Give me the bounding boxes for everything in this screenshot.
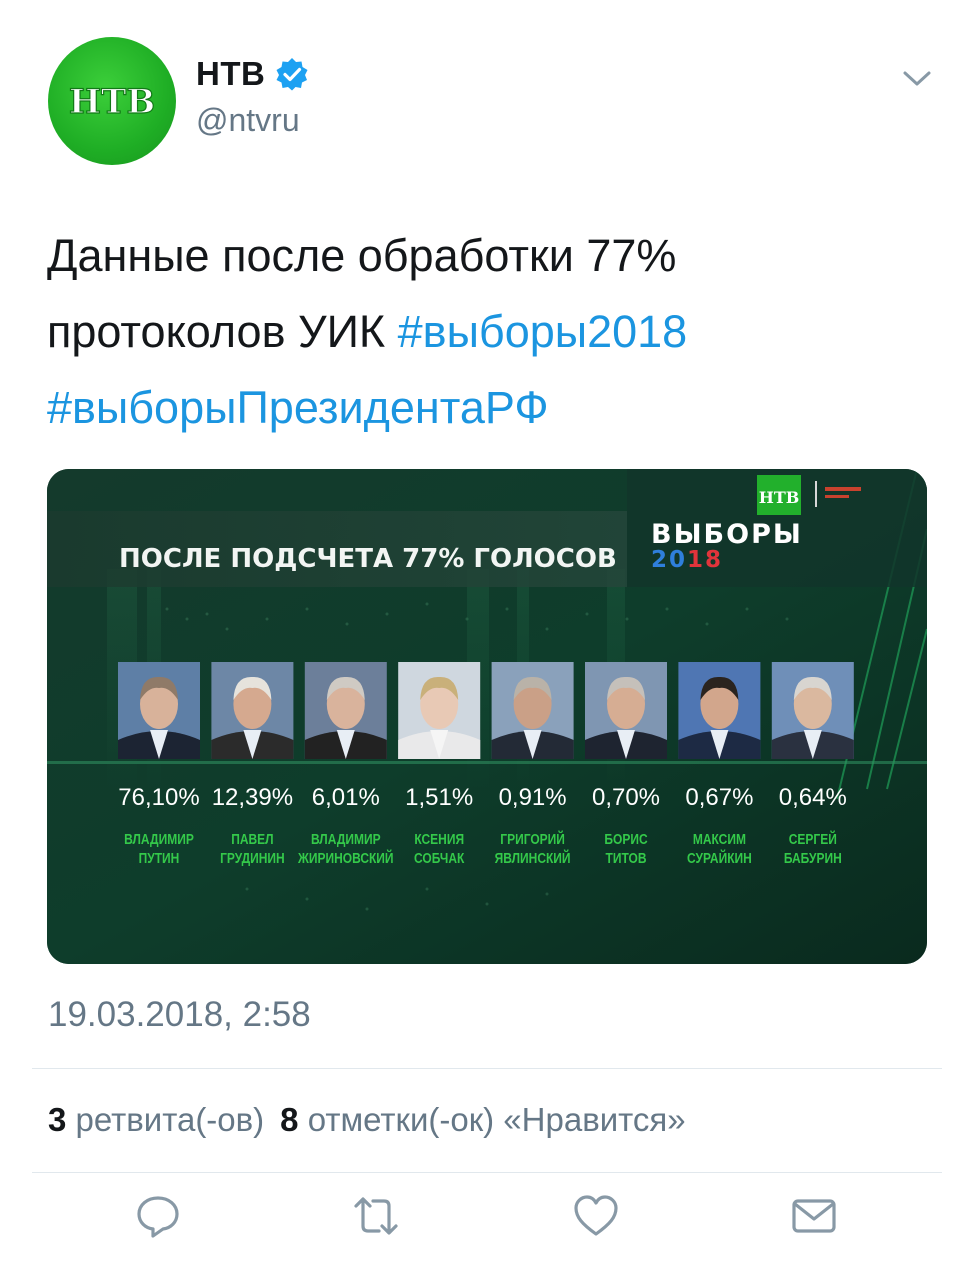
retweet-stat[interactable]: 3 ретвита(-ов) bbox=[48, 1101, 264, 1138]
author-handle[interactable]: @ntvru bbox=[196, 102, 300, 139]
verified-badge-icon bbox=[276, 58, 308, 91]
like-stat[interactable]: 8 отметки(-ок) «Нравится» bbox=[280, 1101, 685, 1138]
avatar[interactable]: НТВ bbox=[48, 37, 176, 165]
like-icon[interactable] bbox=[572, 1192, 620, 1240]
election-year: 2018 bbox=[651, 547, 723, 573]
candidate-percent: 0,64% bbox=[779, 784, 847, 811]
candidate-photo bbox=[304, 662, 387, 759]
media-header-label: ПОСЛЕ ПОДСЧЕТА 77% ГОЛОСОВ bbox=[119, 544, 617, 574]
candidate-last-name: ПУТИН bbox=[139, 850, 180, 867]
logo-caption-line bbox=[825, 495, 849, 498]
candidate-photo bbox=[211, 662, 294, 759]
candidate-last-name: СУРАЙКИН bbox=[687, 850, 752, 867]
tweet: НТВ НТВ @ntvru Данные после обработки 77… bbox=[0, 0, 974, 1280]
candidate-first-name: БОРИС bbox=[604, 831, 647, 848]
candidate-percent: 0,91% bbox=[499, 784, 567, 811]
candidate-percent: 76,10% bbox=[118, 784, 199, 811]
candidate-last-name: ЯВЛИНСКИЙ bbox=[495, 850, 571, 867]
candidate-photo bbox=[771, 662, 854, 759]
tweet-media-image[interactable]: ПОСЛЕ ПОДСЧЕТА 77% ГОЛОСОВ НТВ ВЫБОРЫ 20… bbox=[47, 469, 927, 964]
candidate-first-name: ВЛАДИМИР bbox=[311, 831, 381, 848]
ntv-logo: НТВ bbox=[68, 81, 155, 121]
tweet-timestamp[interactable]: 19.03.2018, 2:58 bbox=[48, 995, 311, 1035]
candidate-photo bbox=[678, 662, 761, 759]
band-line bbox=[47, 761, 927, 764]
candidate-last-name: ТИТОВ bbox=[606, 850, 647, 867]
display-name[interactable]: НТВ bbox=[196, 55, 265, 93]
candidate-last-name: ГРУДИНИН bbox=[220, 850, 285, 867]
logo-separator bbox=[815, 481, 817, 507]
candidate-last-name: СОБЧАК bbox=[414, 850, 465, 867]
reply-icon[interactable] bbox=[134, 1192, 182, 1240]
candidate-photo bbox=[491, 662, 574, 759]
candidate-last-name: БАБУРИН bbox=[784, 850, 842, 867]
retweet-icon[interactable] bbox=[352, 1192, 400, 1240]
candidate-percent: 0,67% bbox=[685, 784, 753, 811]
candidate-first-name: МАКСИМ bbox=[693, 831, 746, 848]
engagement-stats: 3 ретвита(-ов) 8 отметки(-ок) «Нравится» bbox=[48, 1101, 686, 1139]
hashtag-link[interactable]: #выборы2018 bbox=[398, 306, 688, 357]
candidate-first-name: СЕРГЕЙ bbox=[789, 831, 837, 848]
hashtag-link[interactable]: #выборыПрезидентаРФ bbox=[47, 382, 549, 433]
candidate-first-name: ВЛАДИМИР bbox=[124, 831, 194, 848]
ntv-logo-text: НТВ bbox=[759, 488, 800, 507]
chevron-down-icon[interactable] bbox=[900, 66, 934, 90]
candidate-first-name: КСЕНИЯ bbox=[414, 831, 464, 848]
retweet-label: ретвита(-ов) bbox=[75, 1101, 265, 1138]
retweet-count: 3 bbox=[48, 1101, 67, 1138]
like-count: 8 bbox=[280, 1101, 299, 1138]
candidate-percent: 12,39% bbox=[212, 784, 293, 811]
candidate-photo bbox=[398, 662, 481, 759]
election-title: ВЫБОРЫ bbox=[651, 519, 803, 550]
author-name-row: НТВ bbox=[196, 55, 309, 93]
candidate-photo bbox=[118, 662, 200, 759]
candidate-photo bbox=[585, 662, 667, 759]
candidate-first-name: ПАВЕЛ bbox=[231, 831, 273, 848]
share-icon[interactable] bbox=[790, 1192, 838, 1240]
candidate-percent: 1,51% bbox=[405, 784, 473, 811]
tweet-text: Данные после обработки 77% протоколов УИ… bbox=[47, 218, 927, 446]
candidate-first-name: ГРИГОРИЙ bbox=[500, 831, 565, 848]
like-label: отметки(-ок) «Нравится» bbox=[307, 1101, 686, 1138]
avatar-logo-text: НТВ bbox=[69, 82, 155, 121]
action-bar bbox=[0, 1192, 974, 1252]
candidate-percent: 6,01% bbox=[312, 784, 380, 811]
divider bbox=[32, 1068, 942, 1069]
election-graphic: ПОСЛЕ ПОДСЧЕТА 77% ГОЛОСОВ НТВ ВЫБОРЫ 20… bbox=[47, 469, 927, 964]
divider bbox=[32, 1172, 942, 1173]
candidate-last-name: ЖИРИНОВСКИЙ bbox=[297, 850, 393, 867]
candidate-percent: 0,70% bbox=[592, 784, 660, 811]
logo-caption-line bbox=[825, 487, 861, 491]
